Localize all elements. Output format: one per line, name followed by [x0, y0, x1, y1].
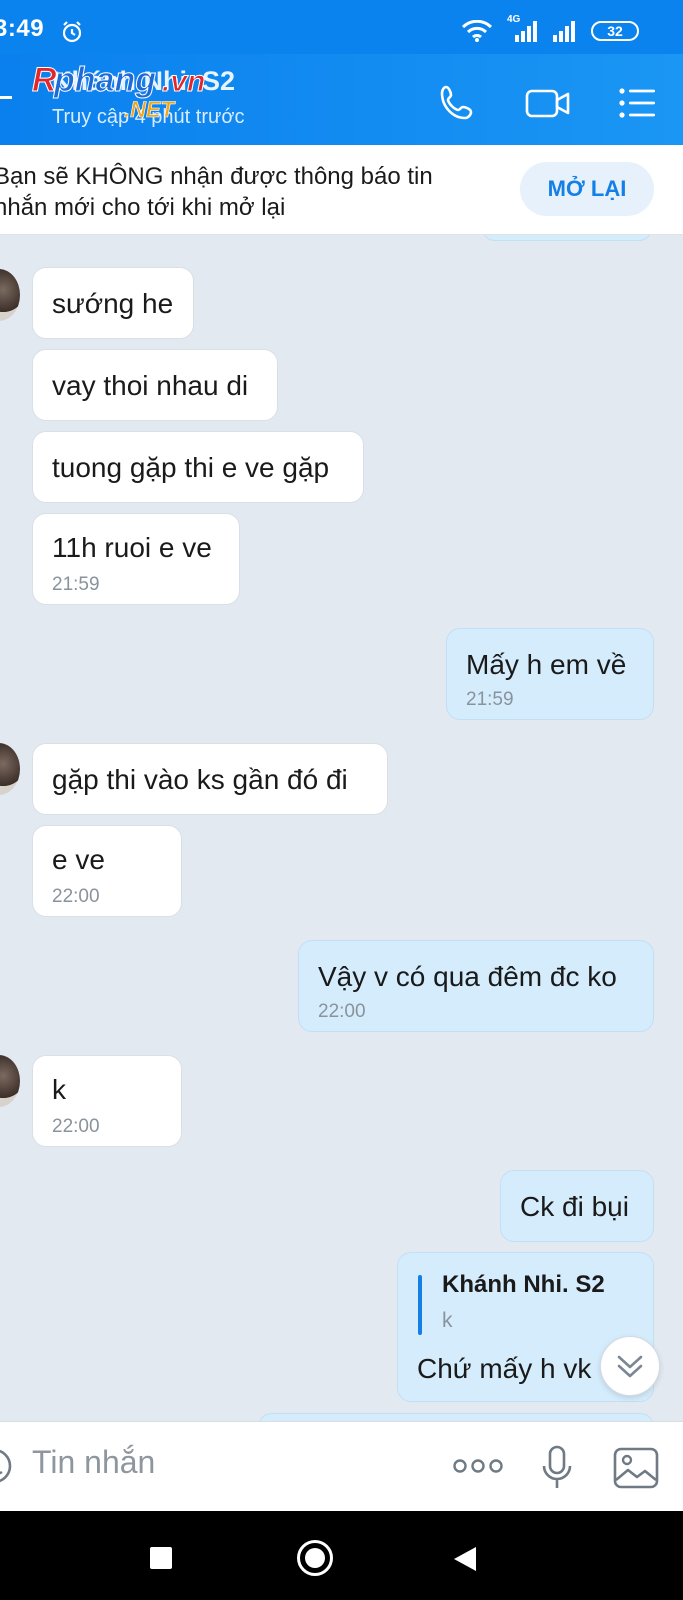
more-icon[interactable]: [452, 1456, 504, 1476]
quote-author: Khánh Nhi. S2: [442, 1271, 605, 1298]
message-bubble[interactable]: gặp thi vào ks gần đó đi: [32, 743, 388, 815]
message-bubble[interactable]: k 22:00: [32, 1055, 182, 1147]
message-text: Ck đi bụi: [520, 1191, 629, 1222]
message-bubble[interactable]: sướng he: [32, 267, 194, 339]
message-text: Chứ mấy h vk: [417, 1353, 592, 1384]
microphone-icon[interactable]: [540, 1444, 574, 1492]
status-time: 3:49: [0, 15, 45, 42]
message-bubble[interactable]: Mấy h em về 21:59: [446, 628, 654, 720]
message-time: 21:59: [466, 689, 514, 710]
avatar[interactable]: [0, 1055, 20, 1107]
wifi-icon: [461, 20, 493, 42]
muted-notice-text: Bạn sẽ KHÔNG nhận được thông báo tin nhắ…: [0, 163, 433, 221]
message-input[interactable]: Tin nhắn: [32, 1444, 155, 1481]
unmute-button[interactable]: MỞ LẠI: [520, 162, 654, 216]
quote-bar: [418, 1275, 422, 1335]
message-bubble[interactable]: vay thoi nhau di: [32, 349, 278, 421]
recents-icon[interactable]: [150, 1547, 172, 1569]
watermark-logo: R phang .vn .NET: [32, 61, 206, 120]
message-time: 21:59: [52, 574, 100, 595]
scroll-to-bottom-button[interactable]: [600, 1336, 660, 1396]
message-list[interactable]: sướng he vay thoi nhau di tuong gặp thi …: [0, 235, 683, 1421]
message-text: sướng he: [52, 288, 174, 319]
chevron-double-down-icon: [617, 1355, 643, 1378]
message-time: 22:00: [52, 1116, 100, 1137]
back-triangle-icon[interactable]: [452, 1545, 478, 1573]
message-bubble[interactable]: e ve 22:00: [32, 825, 182, 917]
message-text: vay thoi nhau di: [52, 370, 249, 401]
sticker-icon[interactable]: [0, 1446, 16, 1486]
chat-header: Khánh Nhi. S2 Truy cập 4 phút trước R ph…: [0, 54, 683, 145]
message-text: e ve: [52, 844, 105, 875]
alarm-icon: [62, 21, 82, 43]
message-bubble[interactable]: tuong gặp thi e ve gặp: [32, 431, 364, 503]
svg-text:.NET: .NET: [124, 97, 176, 119]
muted-notice-bar: Bạn sẽ KHÔNG nhận được thông báo tin nhắ…: [0, 145, 683, 235]
message-bubble[interactable]: Vậy v có qua đêm đc ko 22:00: [298, 940, 654, 1032]
message-time: 22:00: [318, 1001, 366, 1022]
svg-text:phang: phang: [53, 61, 156, 99]
system-nav-bar: [0, 1511, 683, 1600]
message-bubble[interactable]: Ck đi bụi: [500, 1170, 654, 1242]
message-bubble[interactable]: 11h ruoi e ve 21:59: [32, 513, 240, 605]
message-text: k: [52, 1074, 66, 1105]
phone-icon[interactable]: [436, 82, 478, 124]
svg-text:.vn: .vn: [162, 65, 205, 98]
message-text: Vậy v có qua đêm đc ko: [318, 961, 617, 992]
message-text: Mấy h em về: [466, 649, 627, 680]
video-call-icon[interactable]: [524, 82, 572, 124]
message-text: tuong gặp thi e ve gặp: [52, 452, 330, 483]
home-icon[interactable]: [297, 1540, 333, 1576]
status-bar: 3:49 4G 32: [0, 0, 683, 54]
quote-text: k: [442, 1309, 453, 1332]
signal-icon: [553, 21, 575, 42]
message-text: gặp thi vào ks gần đó đi: [52, 764, 348, 795]
message-bubble-partial: [482, 235, 652, 241]
signal-icon: 4G: [503, 14, 541, 42]
message-text: 11h ruoi e ve: [52, 532, 212, 563]
battery-icon: 32: [591, 21, 639, 41]
avatar[interactable]: [0, 269, 20, 321]
message-composer: Tin nhắn: [0, 1421, 683, 1511]
avatar[interactable]: [0, 743, 20, 795]
back-icon[interactable]: [0, 96, 12, 99]
message-time: 22:00: [52, 886, 100, 907]
menu-icon[interactable]: [616, 82, 658, 124]
image-icon[interactable]: [612, 1446, 660, 1490]
message-bubble-partial: [258, 1413, 654, 1421]
